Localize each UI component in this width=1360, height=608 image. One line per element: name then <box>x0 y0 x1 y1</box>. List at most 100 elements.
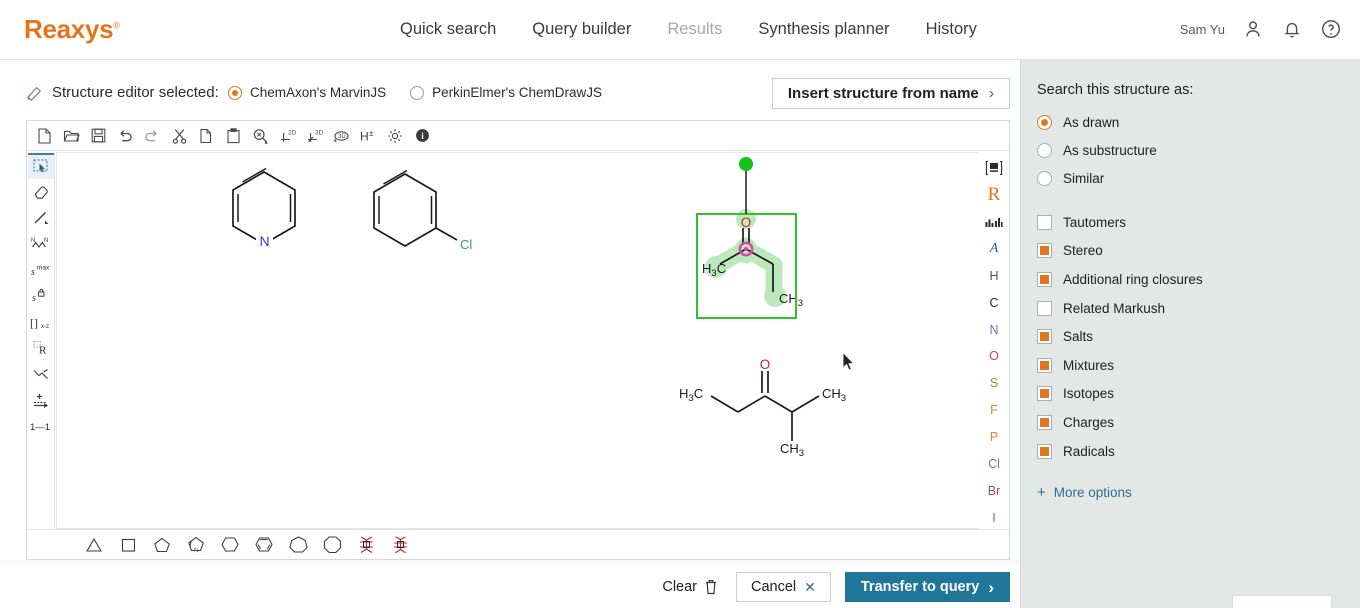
nav-query-builder[interactable]: Query builder <box>532 20 631 39</box>
search-mode-similar-indicator[interactable] <box>1037 170 1052 186</box>
zoom-icon[interactable] <box>247 124 273 148</box>
reaction-mapping-tool[interactable] <box>28 361 54 387</box>
element-p[interactable]: P <box>980 424 1008 451</box>
element-c[interactable]: C <box>980 289 1008 316</box>
template-cyclohexane[interactable] <box>219 534 241 556</box>
bracket-tool[interactable]: [] x-z <box>28 309 54 335</box>
checkbox-additional-ring-closures[interactable]: Additional ring closures <box>1037 265 1360 294</box>
template-cyclobutane[interactable] <box>117 534 139 556</box>
checkbox-tautomers-box[interactable] <box>1037 214 1052 230</box>
template-cyclopentane[interactable] <box>151 534 173 556</box>
checkbox-mixtures[interactable]: Mixtures <box>1037 351 1360 380</box>
save-icon[interactable] <box>85 124 111 148</box>
settings-gear-icon[interactable] <box>382 124 408 148</box>
svg-text:3D: 3D <box>315 129 323 136</box>
search-mode-as-drawn-indicator[interactable] <box>1037 114 1052 130</box>
nav-results[interactable]: Results <box>667 20 722 39</box>
select-rectangle-tool[interactable] <box>27 153 54 179</box>
checkbox-tautomers[interactable]: Tautomers <box>1037 208 1360 237</box>
editor-selection-radios: ChemAxon's MarvinJS PerkinElmer's ChemDr… <box>228 85 602 100</box>
checkbox-radicals[interactable]: Radicals <box>1037 437 1360 466</box>
user-icon[interactable] <box>1242 18 1264 40</box>
search-mode-similar[interactable]: Similar <box>1037 164 1360 192</box>
checkbox-isotopes[interactable]: Isotopes <box>1037 380 1360 409</box>
s-max-tool[interactable]: s max <box>28 257 54 283</box>
editor-left-toolbar: NN s max s [] x-z R 1—1 <box>27 151 55 559</box>
open-file-icon[interactable] <box>58 124 84 148</box>
checkbox-charges[interactable]: Charges <box>1037 408 1360 437</box>
element-f[interactable]: F <box>980 397 1008 424</box>
template-benzene[interactable] <box>253 534 275 556</box>
checkbox-mixtures-box[interactable] <box>1037 357 1052 373</box>
any-atom-label[interactable]: A <box>980 236 1008 263</box>
redo-icon[interactable] <box>139 124 165 148</box>
svg-text:s: s <box>32 293 36 304</box>
radio-chemdrawjs[interactable]: PerkinElmer's ChemDrawJS <box>410 85 602 100</box>
element-h[interactable]: H <box>980 262 1008 289</box>
nav-synthesis-planner[interactable]: Synthesis planner <box>758 20 889 39</box>
undo-icon[interactable] <box>112 124 138 148</box>
r-group-tool[interactable]: R <box>28 335 54 361</box>
cancel-button[interactable]: Cancel ✕ <box>736 572 831 602</box>
r-group-label[interactable]: R <box>980 182 1008 209</box>
help-icon[interactable] <box>1320 18 1342 40</box>
checkbox-stereo[interactable]: Stereo <box>1037 237 1360 266</box>
eraser-tool[interactable] <box>28 179 54 205</box>
checkbox-stereo-box[interactable] <box>1037 243 1052 259</box>
template-custom-1[interactable] <box>355 534 377 556</box>
checkbox-isotopes-box[interactable] <box>1037 386 1052 402</box>
molecule-editor: 2D 3D 3D H ± i N N s max s [] x-z R 1—1 … <box>26 120 1010 560</box>
paste-icon[interactable] <box>220 124 246 148</box>
element-cl[interactable]: Cl <box>980 450 1008 477</box>
checkbox-salts[interactable]: Salts <box>1037 322 1360 351</box>
atom-list-icon[interactable] <box>980 209 1008 236</box>
new-file-icon[interactable] <box>31 124 57 148</box>
element-i[interactable]: I <box>980 504 1008 531</box>
transfer-to-query-button[interactable]: Transfer to query › <box>844 572 1010 602</box>
radio-marvinjs-indicator[interactable] <box>228 85 242 100</box>
hydrogen-icon[interactable]: H ± <box>355 124 381 148</box>
template-cycloheptane[interactable] <box>287 534 309 556</box>
more-options-link[interactable]: + More options <box>1037 485 1360 500</box>
copy-icon[interactable] <box>193 124 219 148</box>
element-s[interactable]: S <box>980 370 1008 397</box>
element-br[interactable]: Br <box>980 477 1008 504</box>
reaxys-logo[interactable]: Reaxys® <box>24 14 120 45</box>
nav-history[interactable]: History <box>926 20 977 39</box>
search-mode-similar-label: Similar <box>1063 170 1105 186</box>
clean-3d-icon[interactable]: 3D <box>301 124 327 148</box>
search-mode-as-substructure[interactable]: As substructure <box>1037 136 1360 164</box>
insert-structure-from-name-button[interactable]: Insert structure from name › <box>772 78 1010 109</box>
svg-text:[]: [] <box>30 316 38 330</box>
bell-icon[interactable] <box>1281 18 1303 40</box>
checkbox-charges-box[interactable] <box>1037 414 1052 430</box>
template-pyrrole[interactable]: N <box>185 534 207 556</box>
template-custom-2[interactable] <box>389 534 411 556</box>
reaction-arrow-tool[interactable] <box>28 387 54 413</box>
radio-chemdrawjs-indicator[interactable] <box>410 85 425 100</box>
nav-quick-search[interactable]: Quick search <box>400 20 496 39</box>
element-o[interactable]: O <box>980 343 1008 370</box>
template-cyclooctane[interactable] <box>321 534 343 556</box>
structure-canvas[interactable]: N Cl O H3C CH3 O H3C CH3 CH3 <box>56 152 981 529</box>
atom-map-tool[interactable]: 1—1 <box>28 413 54 439</box>
checkbox-additional-ring-closures-box[interactable] <box>1037 271 1052 287</box>
checkbox-related-markush-box[interactable] <box>1037 300 1052 316</box>
element-n[interactable]: N <box>980 316 1008 343</box>
search-mode-as-drawn[interactable]: As drawn <box>1037 108 1360 136</box>
checkbox-related-markush[interactable]: Related Markush <box>1037 294 1360 323</box>
checkbox-salts-box[interactable] <box>1037 329 1052 345</box>
cut-icon[interactable] <box>166 124 192 148</box>
template-cyclopropane[interactable] <box>83 534 105 556</box>
chain-tool[interactable]: NN <box>28 231 54 257</box>
info-icon[interactable]: i <box>409 124 435 148</box>
checkbox-radicals-box[interactable] <box>1037 443 1052 459</box>
search-mode-as-substructure-indicator[interactable] <box>1037 142 1052 158</box>
periodic-table-icon[interactable] <box>980 155 1008 182</box>
bond-tool[interactable] <box>28 205 54 231</box>
clean-2d-icon[interactable]: 2D <box>274 124 300 148</box>
rotate-3d-icon[interactable]: 3D <box>328 124 354 148</box>
s-lock-tool[interactable]: s <box>28 283 54 309</box>
clear-button[interactable]: Clear <box>658 574 722 600</box>
radio-marvinjs[interactable]: ChemAxon's MarvinJS <box>228 85 386 100</box>
